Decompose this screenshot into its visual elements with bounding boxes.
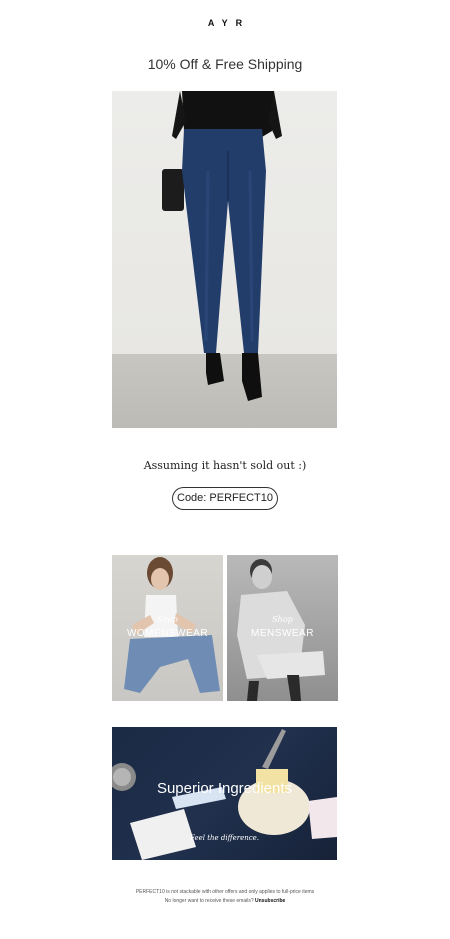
- promo-headline: 10% Off & Free Shipping: [147, 56, 303, 72]
- shop-menswear-tile[interactable]: Shop MENSWEAR: [227, 555, 338, 701]
- model-in-jeans-photo: [162, 91, 282, 401]
- tile-shop-label: Shop: [272, 615, 293, 624]
- tile-category-menswear: MENSWEAR: [251, 628, 314, 639]
- superior-ingredients-banner[interactable]: Superior Ingredients Feel the difference…: [112, 727, 337, 860]
- unsubscribe-link[interactable]: Unsubscribe: [255, 898, 285, 904]
- banner-title: Superior Ingredients: [156, 780, 293, 797]
- tile-category-womenswear: WOMENSWEAR: [126, 628, 209, 639]
- brand-logo[interactable]: AYR: [0, 18, 450, 28]
- hero-image[interactable]: [112, 91, 337, 428]
- promo-code-button[interactable]: Code: PERFECT10: [172, 487, 278, 510]
- tile-shop-label: Shop: [157, 615, 178, 624]
- tagline-text: Assuming it hasn't sold out :): [143, 459, 307, 472]
- footer-disclaimer: PERFECT10 is not stackable with other of…: [135, 889, 315, 895]
- shop-womenswear-tile[interactable]: Shop WOMENSWEAR: [112, 555, 223, 701]
- optout-text: No longer want to receive these emails?: [164, 898, 254, 904]
- banner-subtitle: Feel the difference.: [189, 834, 260, 842]
- footer-optout: No longer want to receive these emails? …: [0, 898, 450, 904]
